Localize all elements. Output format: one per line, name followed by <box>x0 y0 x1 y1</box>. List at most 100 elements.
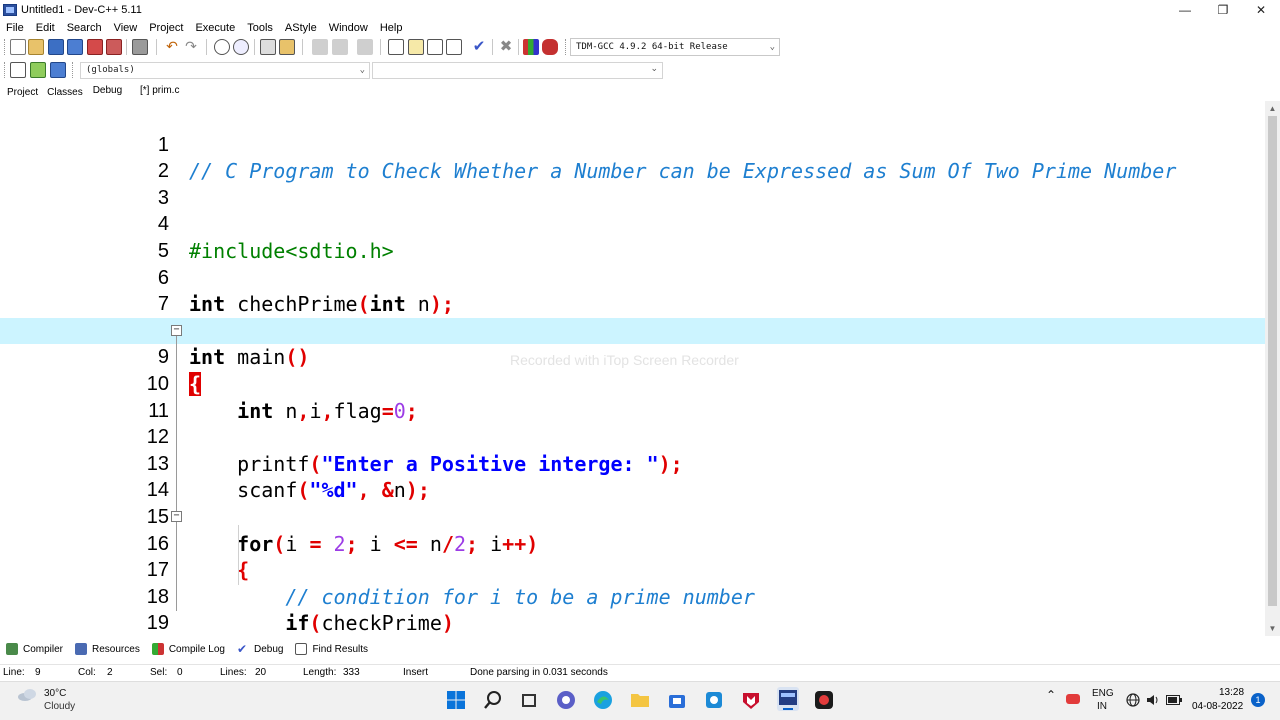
editor-tab-prim-c[interactable]: [*] prim.c <box>140 85 179 96</box>
recorder-tray-icon[interactable] <box>1066 694 1080 704</box>
network-icon[interactable] <box>1126 693 1140 707</box>
clock-date[interactable]: 04-08-2022 <box>1192 701 1243 712</box>
close-all-icon[interactable] <box>106 39 122 55</box>
weather-temperature[interactable]: 30°C <box>44 688 66 699</box>
find-icon[interactable] <box>214 39 230 55</box>
tab-project[interactable]: Project <box>0 87 45 98</box>
tab-find-results[interactable]: Find Results <box>289 643 374 655</box>
tab-compiler[interactable]: Compiler <box>0 643 69 655</box>
menu-help[interactable]: Help <box>374 22 409 34</box>
open-project-icon[interactable] <box>408 39 424 55</box>
scroll-up-icon[interactable]: ▲ <box>1265 101 1280 116</box>
indent-guide <box>238 525 239 585</box>
menu-view[interactable]: View <box>108 22 144 34</box>
insert-icon[interactable] <box>10 62 26 78</box>
function-select[interactable]: ⌄ <box>372 62 663 79</box>
scrollbar-thumb[interactable] <box>1268 116 1277 606</box>
devcpp-icon[interactable] <box>777 687 799 711</box>
goto-bookmark-icon[interactable] <box>50 62 66 78</box>
toolbar-grip <box>4 62 7 78</box>
weather-description[interactable]: Cloudy <box>44 701 75 712</box>
status-sel-label: Sel: <box>150 667 168 678</box>
new-project-icon[interactable] <box>388 39 404 55</box>
undo-icon[interactable]: ↶ <box>164 39 180 55</box>
status-col-label: Col: <box>78 667 96 678</box>
battery-icon[interactable] <box>1166 694 1182 706</box>
language-indicator[interactable]: ENG <box>1092 688 1114 699</box>
tab-compile-log[interactable]: Compile Log <box>146 643 231 655</box>
chevron-down-icon: ⌄ <box>359 65 365 75</box>
editor-vertical-scrollbar[interactable]: ▲ ▼ <box>1265 101 1280 636</box>
tab-label: Debug <box>253 643 284 655</box>
mcafee-icon[interactable] <box>741 690 761 710</box>
menu-execute[interactable]: Execute <box>189 22 241 34</box>
app-icon[interactable] <box>704 690 724 710</box>
project-options-icon[interactable] <box>427 39 443 55</box>
left-panel-tabs: Project Classes Debug <box>0 84 129 100</box>
menu-tools[interactable]: Tools <box>241 22 279 34</box>
fold-toggle-icon[interactable]: − <box>171 325 182 336</box>
current-code-line: 9 { <box>0 317 1265 396</box>
code-line: 17 // condition for i to be a prime numb… <box>0 531 1265 609</box>
menu-file[interactable]: File <box>0 22 30 34</box>
task-view-icon[interactable] <box>519 690 539 710</box>
close-file-icon[interactable] <box>87 39 103 55</box>
code-line: 11 <box>0 371 1265 422</box>
print-icon[interactable] <box>132 39 148 55</box>
class-browser-icon[interactable] <box>446 39 462 55</box>
save-all-icon[interactable] <box>67 39 83 55</box>
folder-icon[interactable] <box>630 690 650 710</box>
recorder-watermark: Recorded with iTop Screen Recorder <box>510 352 739 368</box>
debug-icon[interactable] <box>542 39 558 55</box>
chevron-up-icon[interactable]: ⌃ <box>1046 688 1056 702</box>
language-region[interactable]: IN <box>1097 701 1107 712</box>
code-line: 14 <box>0 451 1265 501</box>
store-icon[interactable] <box>667 690 687 710</box>
compiler-select[interactable]: TDM-GCC 4.9.2 64-bit Release ⌄ <box>570 38 780 56</box>
status-line-label: Line: <box>3 667 25 678</box>
notification-badge[interactable]: 1 <box>1251 693 1265 707</box>
open-file-icon[interactable] <box>28 39 44 55</box>
windows-start-icon[interactable] <box>446 690 466 710</box>
unindent-icon[interactable] <box>332 39 348 55</box>
status-sel-value: 0 <box>177 667 183 678</box>
fold-toggle-icon[interactable]: − <box>171 511 182 522</box>
minimize-button[interactable]: — <box>1166 0 1204 20</box>
bookmark-icon[interactable] <box>279 39 295 55</box>
scope-select[interactable]: (globals) ⌄ <box>80 62 370 79</box>
cloudy-weather-icon <box>18 689 36 701</box>
code-line: 3 <box>0 158 1265 209</box>
code-line: 8 int main() <box>0 291 1265 370</box>
edge-icon[interactable] <box>593 690 613 710</box>
menu-project[interactable]: Project <box>143 22 189 34</box>
goto-line-icon[interactable] <box>260 39 276 55</box>
menu-edit[interactable]: Edit <box>30 22 61 34</box>
compile-icon[interactable] <box>523 39 539 55</box>
status-message: Done parsing in 0.031 seconds <box>470 667 608 678</box>
check-syntax-icon[interactable]: ✔ <box>471 39 487 55</box>
volume-icon[interactable] <box>1146 693 1160 707</box>
maximize-button[interactable]: ❐ <box>1204 0 1242 20</box>
close-button[interactable]: ✕ <box>1242 0 1280 20</box>
indent-icon[interactable] <box>312 39 328 55</box>
menu-astyle[interactable]: AStyle <box>279 22 323 34</box>
redo-icon[interactable]: ↷ <box>183 39 199 55</box>
new-file-icon[interactable] <box>10 39 26 55</box>
toggle-comment-icon[interactable] <box>357 39 373 55</box>
toggle-bookmark-icon[interactable] <box>30 62 46 78</box>
tab-debug-bottom[interactable]: ✔ Debug <box>231 643 289 655</box>
scroll-down-icon[interactable]: ▼ <box>1265 621 1280 636</box>
chat-icon[interactable] <box>556 690 576 710</box>
tab-resources[interactable]: Resources <box>69 643 146 655</box>
tab-classes[interactable]: Classes <box>45 87 90 98</box>
recorder-icon[interactable] <box>814 690 834 710</box>
replace-icon[interactable] <box>233 39 249 55</box>
menu-window[interactable]: Window <box>323 22 374 34</box>
clock-time[interactable]: 13:28 <box>1219 687 1244 698</box>
tab-debug[interactable]: Debug <box>90 85 129 96</box>
save-icon[interactable] <box>48 39 64 55</box>
menu-search[interactable]: Search <box>61 22 108 34</box>
stop-execution-icon[interactable]: ✖ <box>498 39 514 55</box>
search-icon[interactable] <box>483 690 503 710</box>
code-editor[interactable]: 1 // C Program to Check Whether a Number… <box>0 101 1265 636</box>
